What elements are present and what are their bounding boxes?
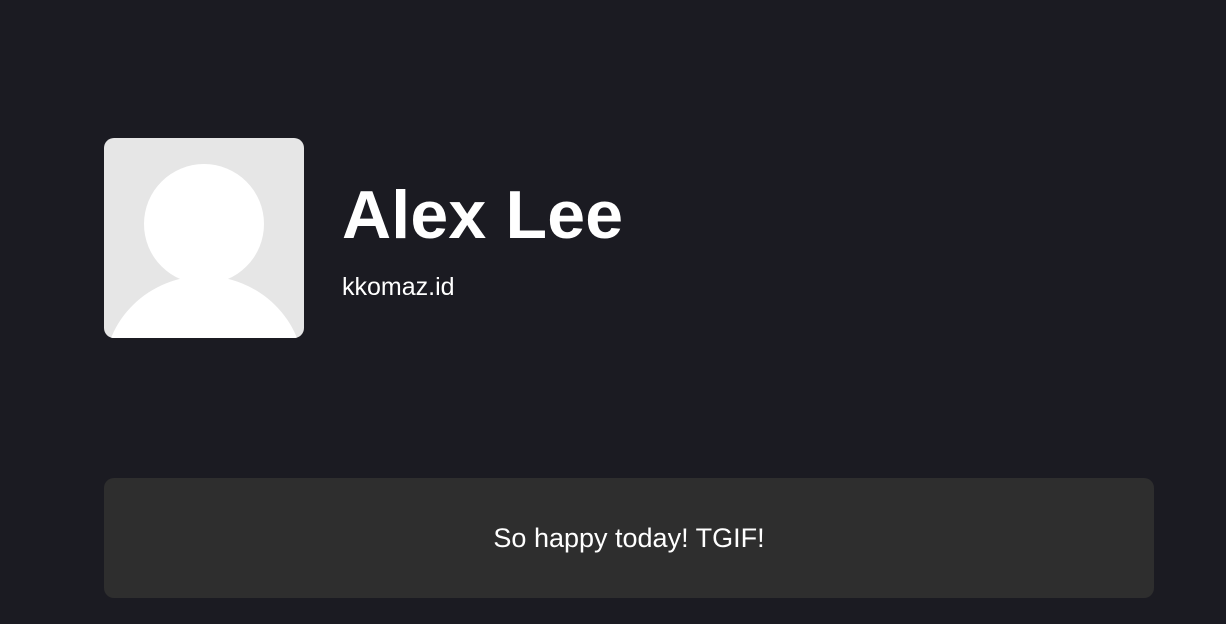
profile-name: Alex Lee (342, 176, 624, 253)
status-card: So happy today! TGIF! (104, 478, 1154, 598)
avatar (104, 138, 304, 338)
profile-header: Alex Lee kkomaz.id (104, 138, 623, 338)
profile-identity: Alex Lee kkomaz.id (342, 177, 623, 300)
default-user-avatar-icon (111, 164, 297, 338)
profile-handle: kkomaz.id (342, 272, 455, 301)
status-message: So happy today! TGIF! (493, 522, 765, 553)
